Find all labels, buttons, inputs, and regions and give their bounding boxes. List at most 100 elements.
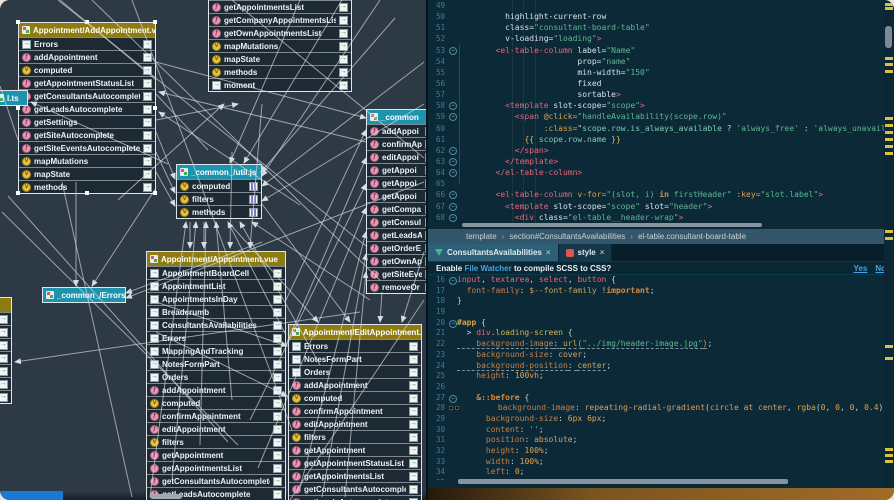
node-member-row[interactable]: getSettings: [19, 115, 155, 128]
selection-handle[interactable]: [16, 191, 20, 195]
warning-stripe-mark[interactable]: [885, 63, 893, 66]
navigate-arrow-icon[interactable]: [339, 3, 348, 12]
navigate-arrow-icon[interactable]: [425, 140, 426, 149]
code-line[interactable]: 66 <el-table-column v-for="(slot, i) in …: [428, 189, 894, 200]
fold-icon[interactable]: [448, 145, 457, 156]
node-member-row[interactable]: getAppoi: [367, 163, 426, 176]
fold-icon[interactable]: [448, 201, 457, 212]
fold-icon[interactable]: [448, 393, 457, 404]
node-member-row[interactable]: mapState: [19, 167, 155, 180]
code-line[interactable]: 26: [428, 382, 894, 393]
node-member-row[interactable]: [0, 364, 11, 377]
code-line[interactable]: 18}: [428, 296, 894, 307]
navigate-arrow-icon[interactable]: [273, 347, 282, 356]
code-line[interactable]: 27 &::before {: [428, 393, 894, 404]
code-line[interactable]: 16input, textarea, select, button {: [428, 275, 894, 286]
node-member-row[interactable]: [0, 351, 11, 364]
selection-handle[interactable]: [153, 106, 157, 110]
navigate-arrow-icon[interactable]: [143, 79, 152, 88]
node-member-row[interactable]: getOrderE: [367, 241, 426, 254]
code-line[interactable]: 21 > div.loading-screen {: [428, 328, 894, 339]
node-member-row[interactable]: getCompa: [367, 202, 426, 215]
warning-stripe-mark[interactable]: [885, 357, 893, 360]
navigate-arrow-icon[interactable]: [339, 29, 348, 38]
selection-handle[interactable]: [153, 191, 157, 195]
breadcrumb-item[interactable]: el-table.consultant-board-table: [638, 232, 746, 241]
navigate-arrow-icon[interactable]: [425, 231, 426, 240]
navigate-arrow-icon[interactable]: [273, 477, 282, 486]
navigate-arrow-icon[interactable]: [273, 399, 282, 408]
node-member-row[interactable]: Orders: [289, 365, 421, 378]
navigate-arrow-icon[interactable]: [409, 472, 418, 481]
node-member-row[interactable]: [0, 312, 11, 325]
node-member-row[interactable]: computed: [147, 396, 285, 409]
navigate-arrow-icon[interactable]: [273, 295, 282, 304]
node-member-row[interactable]: confirmAppointment: [147, 409, 285, 422]
node-header[interactable]: _common_/util.js: [177, 165, 261, 179]
diagram-node-left-partial[interactable]: [0, 297, 12, 404]
fold-icon[interactable]: [448, 275, 457, 286]
code-line[interactable]: 24 background-position: center;: [428, 361, 894, 372]
tab-close-icon[interactable]: ×: [600, 248, 605, 257]
navigate-arrow-icon[interactable]: [425, 205, 426, 214]
navigate-arrow-icon[interactable]: [273, 308, 282, 317]
node-member-row[interactable]: AppointmentsInDay: [147, 292, 285, 305]
code-line[interactable]: 65: [428, 178, 894, 189]
navigate-arrow-icon[interactable]: [425, 166, 426, 175]
usages-icon[interactable]: [249, 208, 258, 217]
node-member-row[interactable]: [0, 390, 11, 403]
code-editor-scss[interactable]: 16input, textarea, select, button {17 fo…: [428, 275, 894, 480]
node-member-row[interactable]: getAppointmentStatusList: [19, 76, 155, 89]
selection-handle[interactable]: [16, 106, 20, 110]
editor-bottom-hscrollbar[interactable]: [458, 479, 788, 484]
code-line[interactable]: 19: [428, 307, 894, 318]
node-member-row[interactable]: addAppointment: [19, 50, 155, 63]
warning-stripe-mark[interactable]: [885, 131, 893, 134]
navigate-arrow-icon[interactable]: [143, 40, 152, 49]
selection-handle[interactable]: [85, 20, 89, 24]
node-member-row[interactable]: getAppointment: [289, 443, 421, 456]
diagram-node-edit-appointment[interactable]: Appointment/EditAppointment.vueErrorsNot…: [288, 324, 422, 500]
vertical-scrollbar-thumb[interactable]: [885, 26, 892, 48]
navigate-arrow-icon[interactable]: [425, 270, 426, 279]
node-member-row[interactable]: getOwnAppointmentsList: [209, 26, 351, 39]
node-member-row[interactable]: AppointmentList: [147, 279, 285, 292]
navigate-arrow-icon[interactable]: [273, 490, 282, 499]
navigate-arrow-icon[interactable]: [0, 393, 8, 402]
diagram-node-appointment[interactable]: Appointment/Appointment.vueAppointmentBo…: [146, 251, 286, 500]
code-line[interactable]: 51 class="consultant-board-table": [428, 22, 894, 33]
warning-stripe-mark[interactable]: [885, 345, 893, 348]
node-member-row[interactable]: getAppointmentStatusList: [289, 456, 421, 469]
navigate-arrow-icon[interactable]: [0, 380, 8, 389]
navigate-arrow-icon[interactable]: [425, 244, 426, 253]
node-header[interactable]: _common_/Errors.js: [43, 288, 125, 302]
node-member-row[interactable]: methods: [209, 65, 351, 78]
navigate-arrow-icon[interactable]: [143, 53, 152, 62]
diagram-horizontal-scrollbar[interactable]: [150, 494, 182, 499]
navigate-arrow-icon[interactable]: [0, 328, 8, 337]
code-line[interactable]: 20#app {: [428, 318, 894, 329]
node-member-row[interactable]: addAppoi: [367, 124, 426, 137]
navigate-arrow-icon[interactable]: [339, 81, 348, 90]
diagram-node-common-util[interactable]: _common_/util.jscomputedfiltersmethods: [176, 164, 262, 219]
navigate-arrow-icon[interactable]: [273, 373, 282, 382]
navigate-arrow-icon[interactable]: [409, 433, 418, 442]
navigate-arrow-icon[interactable]: [425, 179, 426, 188]
code-line[interactable]: 33 width: 100%;: [428, 457, 894, 468]
warning-stripe-mark[interactable]: [885, 454, 893, 457]
navigate-arrow-icon[interactable]: [273, 334, 282, 343]
code-line[interactable]: 31 position: absolute;: [428, 435, 894, 446]
node-member-row[interactable]: addAppointment: [289, 378, 421, 391]
node-member-row[interactable]: confirmAp: [367, 137, 426, 150]
node-member-row[interactable]: getLeadsAutocomplete: [19, 102, 155, 115]
code-line[interactable]: 28 background-image: repeating-radial-gr…: [428, 403, 894, 414]
navigate-arrow-icon[interactable]: [273, 425, 282, 434]
node-member-row[interactable]: getLeadsA: [367, 228, 426, 241]
warning-stripe-mark[interactable]: [885, 237, 893, 240]
tab-close-icon[interactable]: ×: [546, 248, 551, 257]
navigate-arrow-icon[interactable]: [273, 360, 282, 369]
warning-stripe-mark[interactable]: [885, 460, 893, 463]
code-line[interactable]: 32 height: 100%;: [428, 446, 894, 457]
node-member-row[interactable]: filters: [147, 435, 285, 448]
code-line[interactable]: 57 sortable>: [428, 89, 894, 100]
